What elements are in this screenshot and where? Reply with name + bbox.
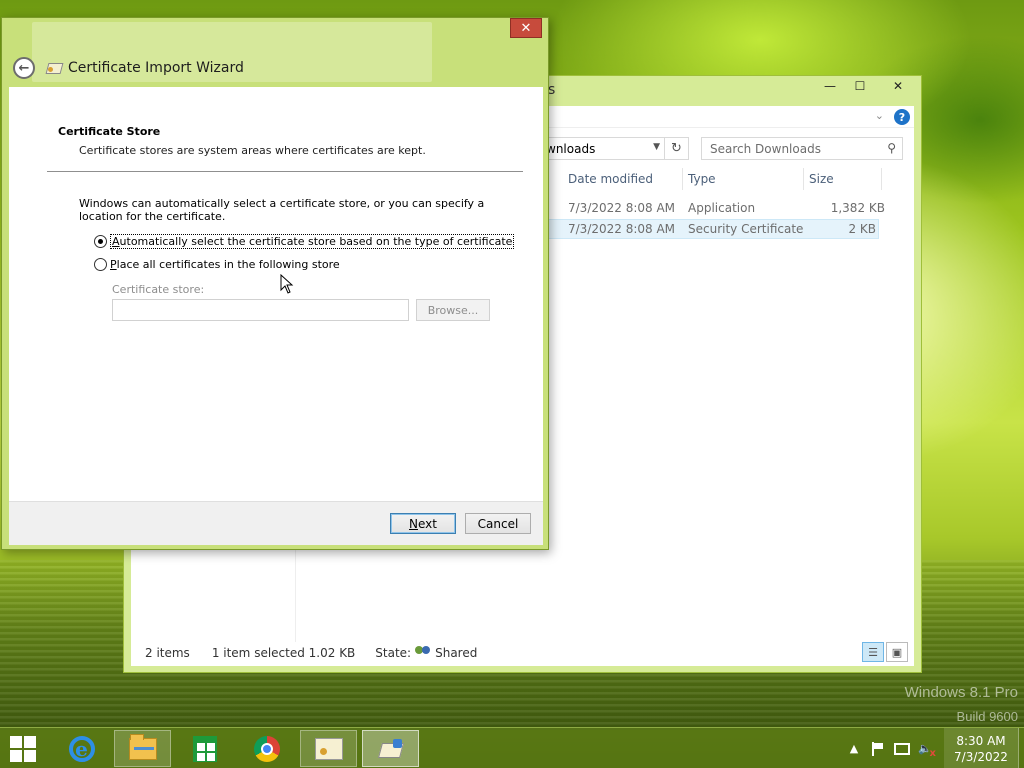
next-button-text: ext: [418, 516, 437, 531]
expand-ribbon-icon[interactable]: ⌄: [875, 109, 884, 122]
taskbar-file-explorer[interactable]: [114, 730, 171, 767]
certificate-store-field: [112, 299, 409, 321]
search-input[interactable]: Search Downloads ⚲: [701, 137, 903, 160]
taskbar-store[interactable]: [176, 730, 233, 767]
network-icon[interactable]: [893, 740, 911, 758]
wizard-title: Certificate Import Wizard: [68, 60, 244, 76]
clock[interactable]: 8:30 AM 7/3/2022: [944, 728, 1018, 768]
volume-muted-icon[interactable]: 🔈: [917, 740, 936, 759]
mnemonic-a: A: [112, 235, 120, 248]
file-row[interactable]: 7/3/2022 8:08 AM Application 1,382 KB: [541, 198, 885, 218]
file-type: Security Certificate: [688, 222, 804, 236]
status-bar: 2 items 1 item selected 1.02 KB State: S…: [131, 640, 914, 666]
file-row-selected[interactable]: 7/3/2022 8:08 AM Security Certificate 2 …: [541, 219, 879, 239]
wizard-header: ← Certificate Import Wizard: [10, 52, 540, 84]
show-hidden-icons-icon[interactable]: ▲: [845, 740, 863, 758]
column-header-date-modified[interactable]: Date modified: [568, 172, 653, 186]
search-placeholder: Search Downloads: [710, 141, 821, 156]
status-state-label: State:: [375, 646, 412, 660]
search-icon[interactable]: ⚲: [887, 141, 896, 155]
certificate-wizard-icon: [377, 737, 405, 761]
clock-date: 7/3/2022: [954, 749, 1008, 764]
wizard-page: Certificate Store Certificate stores are…: [9, 87, 543, 501]
column-separator[interactable]: [682, 168, 683, 190]
file-date: 7/3/2022 8:08 AM: [568, 222, 676, 236]
os-watermark-build: Build 9600: [956, 709, 1018, 724]
store-icon: [192, 735, 217, 762]
file-size: 1,382 KB: [830, 201, 885, 215]
radio-button-checked[interactable]: [94, 235, 107, 248]
explorer-close-button[interactable]: ✕: [875, 76, 921, 96]
file-type: Application: [688, 201, 756, 215]
header-divider: [47, 171, 523, 172]
status-state: State: Shared: [375, 646, 477, 660]
show-desktop-button[interactable]: [1018, 728, 1024, 768]
radio-place-text: lace all certificates in the following s…: [116, 258, 340, 271]
radio-auto-select-text: utomatically select the certificate stor…: [119, 235, 513, 248]
file-size: 2 KB: [848, 222, 876, 236]
back-arrow-icon[interactable]: ←: [13, 57, 35, 79]
next-button[interactable]: Next: [390, 513, 456, 534]
certificate-icon: [46, 61, 62, 75]
navigation-pane-divider[interactable]: [295, 546, 296, 642]
chevron-down-icon[interactable]: ▼: [653, 142, 660, 152]
address-bar[interactable]: wnloads ▼: [531, 137, 665, 160]
taskbar-certificate-import-wizard[interactable]: [362, 730, 419, 767]
wizard-close-button[interactable]: ✕: [510, 18, 542, 38]
browse-button: Browse...: [416, 299, 490, 321]
column-header-size[interactable]: Size: [809, 172, 834, 186]
radio-place-in-store[interactable]: Place all certificates in the following …: [94, 258, 340, 271]
page-description: Certificate stores are system areas wher…: [79, 144, 426, 157]
status-item-count: 2 items: [145, 646, 190, 660]
taskbar-internet-explorer[interactable]: e: [53, 730, 110, 767]
column-header-type[interactable]: Type: [688, 172, 716, 186]
os-watermark-edition: Windows 8.1 Pro: [904, 684, 1018, 701]
page-title: Certificate Store: [58, 125, 161, 138]
cancel-button[interactable]: Cancel: [465, 513, 531, 534]
certificate-document-icon: [314, 737, 343, 760]
column-separator[interactable]: [803, 168, 804, 190]
system-tray: ▲ 🔈 8:30 AM 7/3/2022: [842, 728, 1024, 768]
status-selection: 1 item selected 1.02 KB: [211, 646, 356, 660]
clock-time: 8:30 AM: [956, 733, 1006, 748]
shared-users-icon: [415, 646, 431, 660]
start-button[interactable]: [10, 736, 38, 762]
taskbar-certificate[interactable]: [300, 730, 357, 767]
instructions-text: Windows can automatically select a certi…: [79, 197, 485, 223]
radio-auto-select-store[interactable]: Automatically select the certificate sto…: [94, 234, 515, 249]
status-state-value: Shared: [435, 646, 478, 660]
help-icon[interactable]: ?: [894, 109, 910, 125]
mnemonic-p: P: [110, 258, 117, 271]
radio-place-label[interactable]: Place all certificates in the following …: [110, 258, 340, 271]
action-center-flag-icon[interactable]: [869, 740, 887, 758]
chrome-icon: [253, 735, 280, 762]
details-view-icon[interactable]: ☰: [862, 642, 884, 662]
column-separator[interactable]: [881, 168, 882, 190]
certificate-import-wizard-dialog[interactable]: ✕ ← Certificate Import Wizard Certificat…: [1, 17, 549, 550]
taskbar: e ▲ 🔈 8:30 AM 7/3/2022: [0, 727, 1024, 768]
explorer-window-controls: — ☐ ✕: [815, 76, 921, 98]
folder-icon: [128, 733, 157, 760]
large-icons-view-icon[interactable]: ▣: [886, 642, 908, 662]
internet-explorer-icon: e: [68, 735, 95, 762]
maximize-button[interactable]: ☐: [845, 76, 875, 96]
radio-auto-select-label[interactable]: Automatically select the certificate sto…: [110, 234, 515, 249]
explorer-title: s: [548, 82, 556, 98]
certificate-store-label: Certificate store:: [112, 283, 205, 296]
file-date: 7/3/2022 8:08 AM: [568, 201, 676, 215]
refresh-icon[interactable]: ↻: [665, 137, 689, 160]
mnemonic-n: N: [409, 516, 418, 531]
wizard-footer: Next Cancel: [9, 501, 543, 545]
radio-button-unchecked[interactable]: [94, 258, 107, 271]
view-switcher: ☰ ▣: [862, 642, 908, 662]
taskbar-chrome[interactable]: [238, 730, 295, 767]
minimize-button[interactable]: —: [815, 76, 845, 96]
